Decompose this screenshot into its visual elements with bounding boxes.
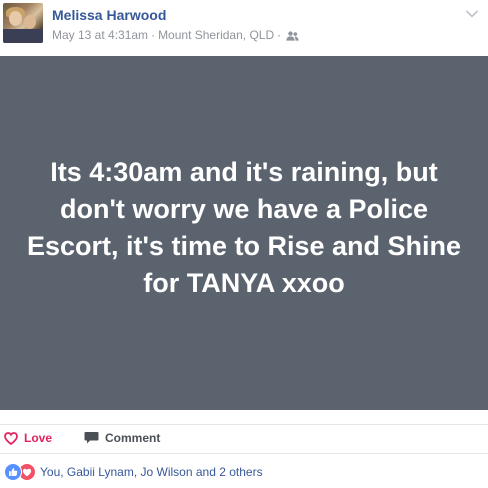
status-text-card: Its 4:30am and it's raining, but don't w… <box>0 56 488 410</box>
post-location[interactable]: Mount Sheridan, QLD <box>158 28 274 42</box>
meta-separator: · <box>277 28 282 42</box>
love-button[interactable]: Love <box>4 431 52 445</box>
meta-separator: · <box>151 28 156 42</box>
status-text: Its 4:30am and it's raining, but don't w… <box>26 157 462 298</box>
heart-icon <box>4 431 18 445</box>
reaction-icons[interactable] <box>4 463 40 481</box>
post-meta: May 13 at 4:31am · Mount Sheridan, QLD · <box>52 28 299 42</box>
post-header: Melissa Harwood May 13 at 4:31am · Mount… <box>0 0 488 52</box>
post-date[interactable]: May 13 at 4:31am <box>52 28 148 42</box>
reactions-text[interactable]: You, Gabii Lynam, Jo Wilson and 2 others <box>40 465 263 479</box>
action-bar: Love Comment <box>0 424 488 454</box>
reactions-summary: You, Gabii Lynam, Jo Wilson and 2 others <box>0 460 488 484</box>
avatar[interactable] <box>3 3 43 43</box>
friends-icon[interactable] <box>286 30 299 41</box>
comment-button[interactable]: Comment <box>84 431 160 445</box>
facebook-post: Melissa Harwood May 13 at 4:31am · Mount… <box>0 0 488 488</box>
comment-icon <box>84 432 99 444</box>
chevron-down-icon[interactable] <box>465 6 479 18</box>
author-name[interactable]: Melissa Harwood <box>52 7 166 23</box>
comment-label: Comment <box>105 431 161 445</box>
love-label: Love <box>24 431 53 445</box>
like-icon <box>4 463 22 481</box>
